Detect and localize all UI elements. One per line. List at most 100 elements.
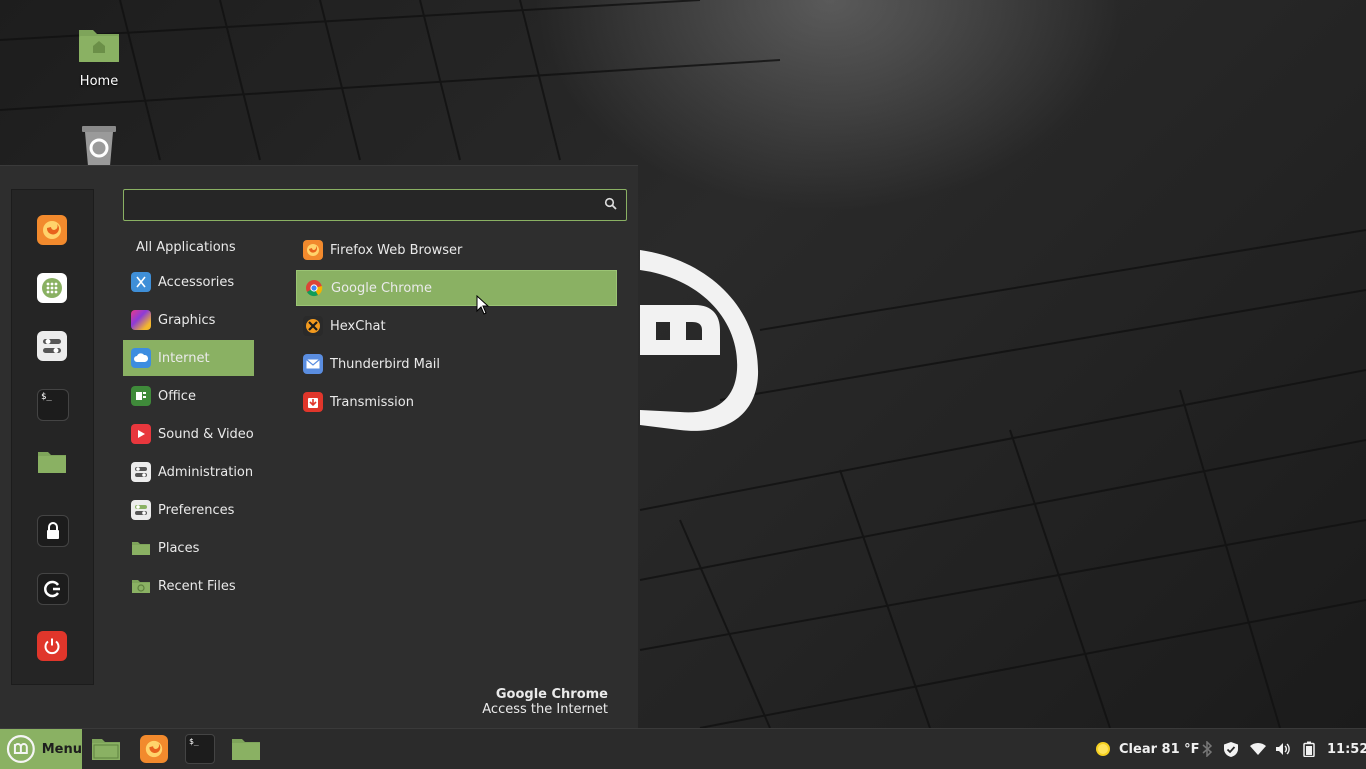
category-label: Accessories	[158, 274, 235, 290]
category-label: Graphics	[158, 312, 216, 328]
fav-lock[interactable]	[37, 515, 69, 547]
fav-power[interactable]	[37, 631, 67, 661]
app-firefox[interactable]: Firefox Web Browser	[296, 232, 617, 268]
bluetooth-icon	[1202, 741, 1213, 757]
category-label: Places	[158, 540, 200, 556]
fav-system-settings[interactable]	[37, 331, 67, 361]
shield-icon	[1224, 741, 1238, 757]
category-internet[interactable]: Internet	[123, 340, 254, 376]
category-label: Administration	[158, 464, 254, 480]
fav-files[interactable]	[37, 447, 67, 477]
clock-text: 11:52	[1327, 741, 1366, 757]
desktop-icon-trash[interactable]	[49, 124, 149, 170]
firefox-icon	[303, 240, 323, 260]
volume-icon	[1276, 743, 1290, 755]
mail-icon	[303, 354, 323, 374]
bluetooth-applet[interactable]	[1201, 729, 1213, 769]
home-folder-icon	[79, 30, 119, 62]
hexchat-icon	[303, 316, 323, 336]
battery-icon	[1303, 741, 1315, 757]
recent-folder-icon	[131, 576, 151, 596]
category-label: Office	[158, 388, 196, 404]
category-graphics[interactable]: Graphics	[123, 302, 254, 338]
folder-icon	[131, 538, 151, 558]
desktop-icon-home[interactable]: Home	[49, 26, 149, 89]
folder-icon	[232, 739, 260, 760]
app-label: Google Chrome	[331, 280, 432, 296]
app-transmission[interactable]: Transmission	[296, 384, 617, 420]
fav-firefox[interactable]	[37, 215, 67, 245]
sun-icon	[1096, 742, 1110, 756]
category-recent-files[interactable]: Recent Files	[123, 568, 254, 604]
play-icon	[131, 424, 151, 444]
mouse-cursor	[476, 295, 490, 315]
app-label: Transmission	[330, 394, 414, 410]
update-manager-applet[interactable]	[1223, 729, 1239, 769]
fav-software-manager[interactable]	[37, 273, 67, 303]
category-office[interactable]: Office	[123, 378, 254, 414]
app-label: Thunderbird Mail	[330, 356, 441, 372]
search-icon	[604, 197, 617, 210]
favorites-sidebar: $_	[11, 189, 94, 685]
app-hexchat[interactable]: HexChat	[296, 308, 617, 344]
network-applet[interactable]	[1249, 729, 1267, 769]
software-manager-icon	[42, 278, 62, 298]
app-label: HexChat	[330, 318, 386, 334]
toggles-icon	[131, 462, 151, 482]
sound-applet[interactable]	[1275, 729, 1291, 769]
category-places[interactable]: Places	[123, 530, 254, 566]
app-info: Google Chrome Access the Internet	[482, 687, 608, 717]
scissors-icon	[131, 272, 151, 292]
firefox-icon	[43, 221, 61, 239]
terminal-icon: $_	[41, 392, 52, 402]
application-menu: $_ All Applications Accessories Graphics…	[0, 165, 638, 729]
category-accessories[interactable]: Accessories	[123, 264, 254, 300]
search-field[interactable]	[123, 189, 627, 221]
fav-logout[interactable]	[37, 573, 69, 605]
wifi-icon	[1250, 742, 1266, 755]
fav-terminal[interactable]: $_	[37, 389, 69, 421]
category-preferences[interactable]: Preferences	[123, 492, 254, 528]
power-icon	[44, 638, 60, 655]
category-label: Recent Files	[158, 578, 236, 594]
app-google-chrome[interactable]: Google Chrome	[296, 270, 617, 306]
weather-applet[interactable]: Clear 81 °F	[1093, 729, 1200, 769]
chrome-icon	[304, 278, 324, 298]
folder-icon	[38, 452, 66, 473]
lock-icon	[47, 522, 59, 539]
trash-icon	[82, 126, 116, 166]
desktop-icon-label: Home	[79, 74, 119, 89]
category-label: All Applications	[136, 239, 236, 255]
category-all-applications[interactable]: All Applications	[123, 229, 254, 265]
system-settings-icon	[43, 339, 61, 353]
show-desktop-icon	[92, 739, 120, 760]
app-info-title: Google Chrome	[495, 687, 608, 702]
menu-button-label: Menu	[41, 741, 82, 757]
taskbar-show-desktop[interactable]	[90, 733, 122, 765]
transmission-icon	[303, 392, 323, 412]
cloud-icon	[131, 348, 151, 368]
app-info-description: Access the Internet	[482, 702, 608, 717]
app-label: Firefox Web Browser	[330, 242, 463, 258]
taskbar-firefox[interactable]	[138, 733, 170, 765]
category-label: Preferences	[158, 502, 235, 518]
app-thunderbird[interactable]: Thunderbird Mail	[296, 346, 617, 382]
power-applet[interactable]	[1303, 729, 1315, 769]
office-icon	[131, 386, 151, 406]
weather-text: Clear 81 °F	[1119, 741, 1200, 757]
category-sound-video[interactable]: Sound & Video	[123, 416, 254, 452]
menu-button[interactable]: Menu	[0, 729, 82, 769]
mint-logo	[640, 250, 759, 431]
mint-menu-icon	[6, 735, 35, 763]
taskbar: Menu $_ Clear 81 °F 11:52	[0, 728, 1366, 769]
firefox-icon	[140, 735, 168, 763]
clock-applet[interactable]: 11:52	[1327, 729, 1366, 769]
category-administration[interactable]: Administration	[123, 454, 254, 490]
graphics-icon	[131, 310, 151, 330]
taskbar-terminal[interactable]: $_	[184, 733, 216, 765]
taskbar-files[interactable]	[230, 733, 262, 765]
search-input[interactable]	[130, 194, 604, 216]
prefs-icon	[131, 500, 151, 520]
category-label: Internet	[158, 350, 210, 366]
logout-icon	[44, 580, 60, 598]
